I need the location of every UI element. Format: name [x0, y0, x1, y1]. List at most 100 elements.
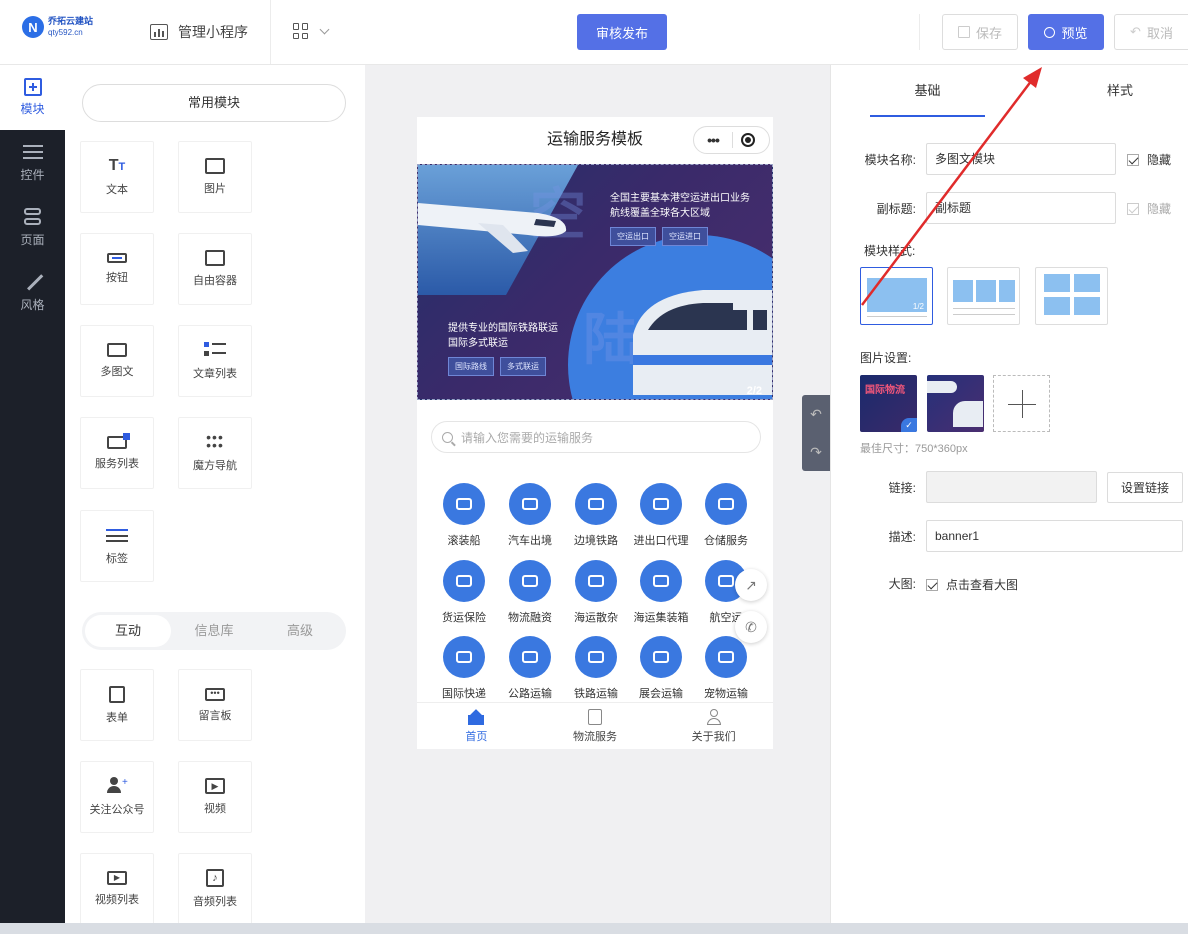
- tab-logistics[interactable]: 物流服务: [536, 703, 655, 749]
- service-item[interactable]: 汽车出境: [497, 483, 563, 548]
- magic-wand-icon: [23, 272, 43, 292]
- banner-tag: 国际路线: [448, 357, 494, 376]
- service-item[interactable]: 货运保险: [431, 560, 497, 625]
- module-tile-video[interactable]: ▶ 视频: [178, 761, 252, 833]
- nav-item-modules[interactable]: 模块: [0, 65, 65, 130]
- service-label: 仓储服务: [704, 535, 748, 547]
- module-tile-image[interactable]: 图片: [178, 141, 252, 213]
- preview-button[interactable]: 预览: [1028, 14, 1104, 50]
- subtitle-input[interactable]: 副标题: [926, 192, 1116, 224]
- module-tile-button[interactable]: 按钮: [80, 233, 154, 305]
- tile-label: 音频列表: [193, 896, 237, 908]
- os-taskbar: [0, 923, 1188, 934]
- publish-button[interactable]: 审核发布: [577, 14, 667, 50]
- tab-about[interactable]: 关于我们: [654, 703, 773, 749]
- tile-label: 服务列表: [95, 457, 139, 470]
- hide-subtitle-checkbox[interactable]: 隐藏: [1127, 200, 1171, 217]
- style-option-grid[interactable]: [1035, 267, 1108, 325]
- sliders-icon: [22, 142, 43, 162]
- video-list-icon: ▶: [107, 871, 127, 885]
- banner-tag: 多式联运: [500, 357, 546, 376]
- hide-module-checkbox[interactable]: 隐藏: [1127, 151, 1171, 168]
- logo-text: 乔拓云建站: [48, 16, 94, 26]
- service-item[interactable]: 展会运输: [628, 636, 694, 701]
- service-item[interactable]: 公路运输: [497, 636, 563, 701]
- roro-ship-icon: [443, 483, 485, 525]
- plus-square-icon: [23, 78, 42, 96]
- image-settings-label: 图片设置:: [860, 351, 912, 365]
- tab-info-library[interactable]: 信息库: [171, 615, 257, 647]
- add-image-button[interactable]: [993, 375, 1050, 432]
- more-dots-icon[interactable]: •••: [694, 132, 732, 148]
- redo-icon[interactable]: ↷: [802, 433, 830, 471]
- banner-carousel[interactable]: 空 陆 全国主要基本港空运进出口业务 航线覆盖全球各大区域 空运出口 空运进口 提…: [417, 164, 773, 400]
- miniprogram-capsule[interactable]: •••: [693, 126, 770, 154]
- module-tile-follow-account[interactable]: + 关注公众号: [80, 761, 154, 833]
- phone-call-icon[interactable]: ✆: [735, 611, 767, 643]
- service-item[interactable]: 滚装船: [431, 483, 497, 548]
- module-tile-message-board[interactable]: ••• 留言板: [178, 669, 252, 741]
- module-tile-service-list[interactable]: 服务列表: [80, 417, 154, 489]
- module-name-input[interactable]: 多图文模块: [926, 143, 1116, 175]
- palette-category-tabs: 互动 信息库 高级: [82, 612, 346, 650]
- big-image-checkbox[interactable]: 点击查看大图: [926, 576, 1018, 593]
- tab-style[interactable]: 样式: [1060, 65, 1180, 117]
- module-tile-video-list[interactable]: ▶ 视频列表: [80, 853, 154, 925]
- cancel-button[interactable]: ↶ 取消: [1114, 14, 1188, 50]
- style-option-single[interactable]: 1/2: [860, 267, 933, 325]
- module-tile-article-list[interactable]: 文章列表: [178, 325, 252, 397]
- subtitle-label: 副标题:: [876, 202, 916, 216]
- brand-logo[interactable]: N 乔拓云建站 qty592.cn: [22, 16, 93, 38]
- banner-thumb-1[interactable]: 国际物流 ✓: [860, 375, 917, 432]
- nav-item-controls[interactable]: 控件: [0, 130, 65, 195]
- tab-advanced[interactable]: 高级: [257, 615, 343, 647]
- tab-home[interactable]: 首页: [417, 703, 536, 749]
- service-item[interactable]: 海运集装箱: [628, 560, 694, 625]
- service-item[interactable]: 仓储服务: [693, 483, 759, 548]
- top-bar: N 乔拓云建站 qty592.cn 管理小程序 审核发布 保存 预览 ↶ 取消: [0, 0, 1188, 65]
- nav-label: 控件: [20, 168, 45, 182]
- tab-basic[interactable]: 基础: [870, 65, 985, 117]
- nav-item-pages[interactable]: 页面: [0, 195, 65, 260]
- link-input[interactable]: [926, 471, 1097, 503]
- module-tile-multi-image[interactable]: 多图文: [80, 325, 154, 397]
- tab-label: 首页: [465, 731, 488, 743]
- qr-code-dropdown[interactable]: [293, 23, 330, 39]
- nav-item-style[interactable]: 风格: [0, 260, 65, 325]
- module-tile-audio-list[interactable]: ♪ 音频列表: [178, 853, 252, 925]
- module-tile-cube-nav[interactable]: ••• ••• 魔方导航: [178, 417, 252, 489]
- save-button[interactable]: 保存: [942, 14, 1018, 50]
- description-input[interactable]: banner1: [926, 520, 1183, 552]
- service-label: 进出口代理: [633, 535, 689, 547]
- tab-interactive[interactable]: 互动: [85, 615, 171, 647]
- share-icon[interactable]: ↗: [735, 569, 767, 601]
- service-item[interactable]: 进出口代理: [628, 483, 694, 548]
- service-item[interactable]: 国际快递: [431, 636, 497, 701]
- module-tile-form[interactable]: 表单: [80, 669, 154, 741]
- module-tile-tag[interactable]: 标签: [80, 510, 154, 582]
- close-target-icon[interactable]: [741, 133, 755, 147]
- hide-label: 隐藏: [1147, 202, 1172, 216]
- style-option-triple[interactable]: [947, 267, 1020, 325]
- finance-icon: [509, 560, 551, 602]
- banner-thumb-2[interactable]: [927, 375, 984, 432]
- service-item[interactable]: 宠物运输: [693, 636, 759, 701]
- undo-icon[interactable]: ↶: [802, 395, 830, 433]
- tag-icon: [106, 526, 128, 544]
- search-placeholder: 请输入您需要的运输服务: [461, 430, 594, 445]
- service-search-input[interactable]: 请输入您需要的运输服务: [431, 421, 761, 453]
- text-icon: TT: [108, 157, 126, 174]
- set-link-button[interactable]: 设置链接: [1107, 472, 1183, 503]
- message-board-icon: •••: [205, 687, 225, 701]
- service-item[interactable]: 边境铁路: [563, 483, 629, 548]
- common-modules-header[interactable]: 常用模块: [82, 84, 346, 122]
- service-item[interactable]: 海运散杂: [563, 560, 629, 625]
- logo-url: qty592.cn: [48, 28, 83, 37]
- manage-miniprogram-link[interactable]: 管理小程序: [150, 22, 248, 42]
- rail-icon: [575, 636, 617, 678]
- module-tile-free-container[interactable]: 自由容器: [178, 233, 252, 305]
- module-tile-text[interactable]: TT 文本: [80, 141, 154, 213]
- service-item[interactable]: 物流融资: [497, 560, 563, 625]
- form-icon: [109, 685, 125, 703]
- service-item[interactable]: 铁路运输: [563, 636, 629, 701]
